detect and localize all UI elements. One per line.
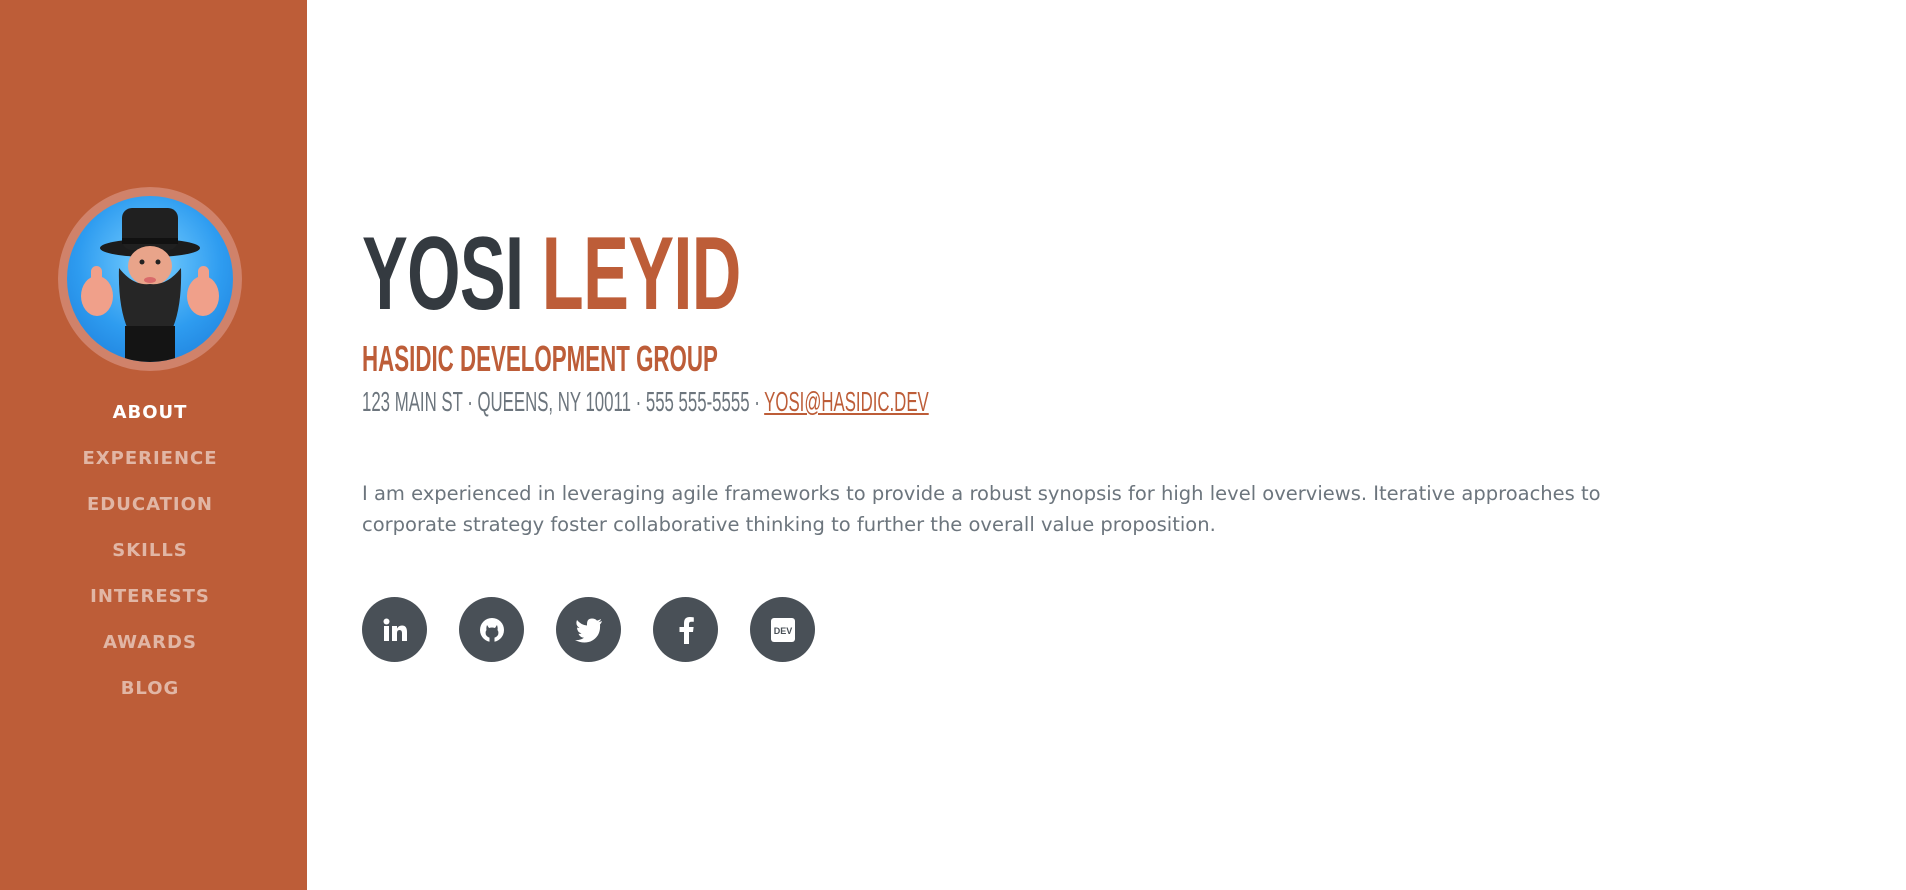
sidebar-nav: About Experience Education Skills Intere… — [0, 398, 300, 720]
avatar-illustration — [81, 208, 219, 362]
avatar — [67, 196, 233, 362]
github-icon — [479, 617, 504, 643]
last-name: LEYID — [541, 216, 741, 332]
linkedin-button[interactable] — [362, 597, 427, 662]
nav-item-blog[interactable]: Blog — [0, 674, 300, 720]
nav-item-about[interactable]: About — [0, 398, 300, 444]
nav-item-experience[interactable]: Experience — [0, 444, 300, 490]
dev-button[interactable]: DEV — [750, 597, 815, 662]
email-link[interactable]: YOSI@HASIDIC.DEV — [764, 386, 929, 417]
first-name: YOSI — [362, 216, 524, 332]
facebook-icon — [679, 616, 694, 644]
nav-item-interests[interactable]: Interests — [0, 582, 300, 628]
contact-details: 123 MAIN ST · QUEENS, NY 10011 · 555 555… — [362, 386, 765, 417]
linkedin-icon — [383, 618, 407, 641]
avatar-frame — [58, 187, 242, 371]
nav-item-skills[interactable]: Skills — [0, 536, 300, 582]
intro-paragraph: I am experienced in leveraging agile fra… — [362, 482, 1601, 536]
twitter-button[interactable] — [556, 597, 621, 662]
page-title: YOSI LEYID — [362, 222, 741, 326]
about-section: YOSI LEYID HASIDIC DEVELOPMENT GROUP 123… — [362, 0, 1862, 890]
github-button[interactable] — [459, 597, 524, 662]
company-name: HASIDIC DEVELOPMENT GROUP — [362, 338, 718, 379]
sidebar: About Experience Education Skills Intere… — [0, 0, 307, 890]
contact-line: 123 MAIN ST · QUEENS, NY 10011 · 555 555… — [362, 388, 929, 416]
nav-item-awards[interactable]: Awards — [0, 628, 300, 674]
social-icons: DEV — [362, 597, 847, 662]
facebook-button[interactable] — [653, 597, 718, 662]
svg-text:DEV: DEV — [773, 626, 792, 636]
nav-item-education[interactable]: Education — [0, 490, 300, 536]
twitter-icon — [574, 618, 602, 642]
dev-icon: DEV — [770, 617, 795, 642]
